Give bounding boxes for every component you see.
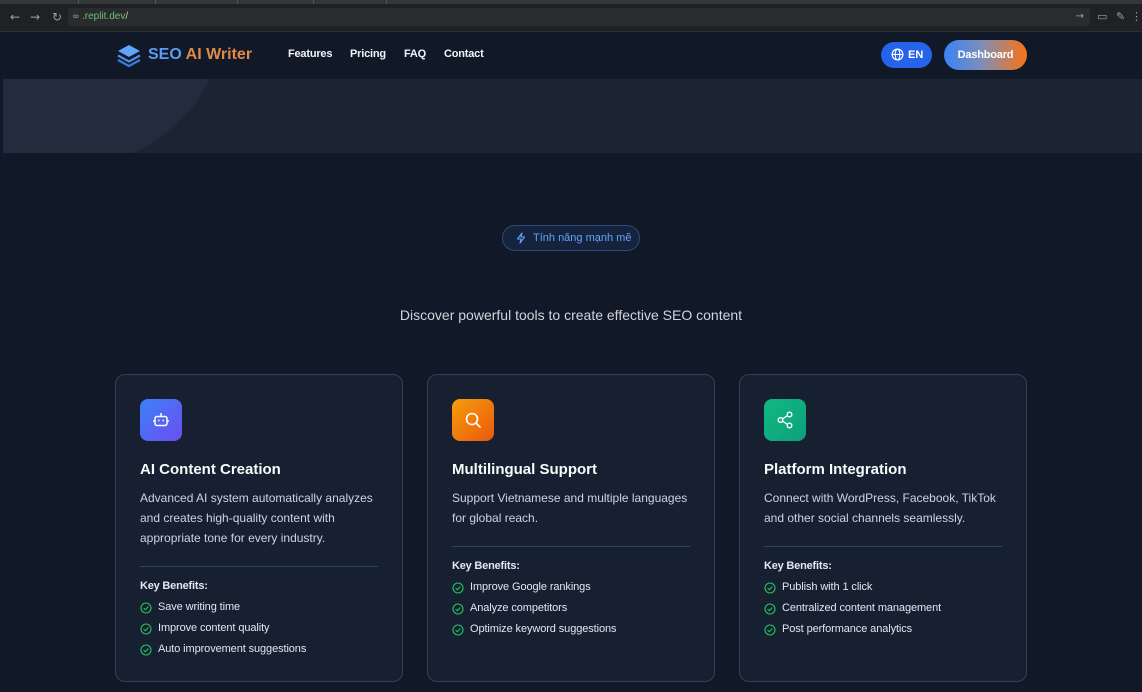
search-icon xyxy=(452,399,494,441)
language-label: EN xyxy=(908,49,924,61)
logo-seo: SEO xyxy=(148,46,182,63)
check-circle-icon xyxy=(764,624,776,636)
card-description-line: and other social channels seamlessly. xyxy=(764,511,966,525)
card-description-line: and creates high-quality content with xyxy=(140,511,335,525)
menu-icon[interactable]: ⋮ xyxy=(1131,10,1142,24)
card-description-line: Connect with WordPress, Facebook, TikTok xyxy=(764,491,996,505)
reload-icon[interactable]: ↻ xyxy=(50,10,64,24)
layers-logo-icon[interactable] xyxy=(116,43,142,69)
card-description: Support Vietnamese and multiple language… xyxy=(452,488,697,528)
card-divider xyxy=(452,546,690,547)
card-description-line: Advanced AI system automatically analyze… xyxy=(140,491,373,505)
benefit-text: Publish with 1 click xyxy=(782,581,873,593)
link-icon: ∞ xyxy=(72,12,80,22)
features-badge: Tính năng mạnh mẽ xyxy=(502,225,640,251)
nav-faq[interactable]: FAQ xyxy=(404,48,426,60)
forward-icon[interactable]: → xyxy=(28,10,42,24)
card-title: AI Content Creation xyxy=(140,461,281,478)
card-divider xyxy=(764,546,1002,547)
card-description-line: Support Vietnamese and multiple language… xyxy=(452,491,688,505)
address-bar[interactable]: ∞ .replit.dev/ → xyxy=(68,8,1090,26)
check-circle-icon xyxy=(764,582,776,594)
check-circle-icon xyxy=(140,602,152,614)
logo-text[interactable]: SEO AI Writer xyxy=(148,46,252,64)
check-circle-icon xyxy=(140,623,152,635)
browser-toolbar: ← → ↻ ∞ .replit.dev/ → ▭ ✎ ⋮ xyxy=(0,0,1142,32)
check-circle-icon xyxy=(452,582,464,594)
nav-contact[interactable]: Contact xyxy=(444,48,484,60)
check-circle-icon xyxy=(140,644,152,656)
feature-card-ai-content: AI Content Creation Advanced AI system a… xyxy=(115,374,403,682)
benefit-text: Optimize keyword suggestions xyxy=(470,623,617,635)
key-benefits-label: Key Benefits: xyxy=(140,580,208,592)
logo-ai-writer: AI Writer xyxy=(185,46,253,63)
url-host: .replit.dev xyxy=(82,11,126,22)
benefit-text: Analyze competitors xyxy=(470,602,568,614)
page: SEO AI Writer Features Pricing FAQ Conta… xyxy=(3,32,1142,692)
card-divider xyxy=(140,566,378,567)
wrench-icon[interactable]: ✎ xyxy=(1116,10,1125,24)
card-title: Multilingual Support xyxy=(452,461,597,478)
feature-card-platform: Platform Integration Connect with WordPr… xyxy=(739,374,1027,682)
card-description: Advanced AI system automatically analyze… xyxy=(140,488,385,548)
check-circle-icon xyxy=(764,603,776,615)
dashboard-button[interactable]: Dashboard xyxy=(944,40,1027,70)
benefit-text: Centralized content management xyxy=(782,602,942,614)
back-icon[interactable]: ← xyxy=(8,10,22,24)
nav-features[interactable]: Features xyxy=(288,48,332,60)
nav-pricing[interactable]: Pricing xyxy=(350,48,386,60)
device-icon[interactable]: ▭ xyxy=(1097,10,1107,24)
robot-icon xyxy=(140,399,182,441)
benefit-text: Improve content quality xyxy=(158,622,270,634)
globe-icon xyxy=(891,48,904,61)
check-circle-icon xyxy=(452,603,464,615)
benefit-text: Auto improvement suggestions xyxy=(158,643,307,655)
benefit-text: Post performance analytics xyxy=(782,623,913,635)
section-subtitle: Discover powerful tools to create effect… xyxy=(399,307,743,323)
url-path: / xyxy=(125,11,129,22)
tab-strip xyxy=(0,0,1142,4)
card-title: Platform Integration xyxy=(764,461,907,478)
site-header: SEO AI Writer Features Pricing FAQ Conta… xyxy=(3,32,1142,79)
benefit-text: Improve Google rankings xyxy=(470,581,591,593)
badge-label: Tính năng mạnh mẽ xyxy=(533,232,632,244)
benefit-text: Save writing time xyxy=(158,601,241,613)
lightning-icon xyxy=(516,232,526,244)
card-description: Connect with WordPress, Facebook, TikTok… xyxy=(764,488,1009,528)
key-benefits-label: Key Benefits: xyxy=(764,560,832,572)
share-icon xyxy=(764,399,806,441)
check-circle-icon xyxy=(452,624,464,636)
card-description-line: appropriate tone for every industry. xyxy=(140,531,326,545)
go-arrow-icon[interactable]: → xyxy=(1076,8,1084,26)
feature-card-multilingual: Multilingual Support Support Vietnamese … xyxy=(427,374,715,682)
key-benefits-label: Key Benefits: xyxy=(452,560,520,572)
language-button[interactable]: EN xyxy=(881,42,932,68)
card-description-line: for global reach. xyxy=(452,511,539,525)
